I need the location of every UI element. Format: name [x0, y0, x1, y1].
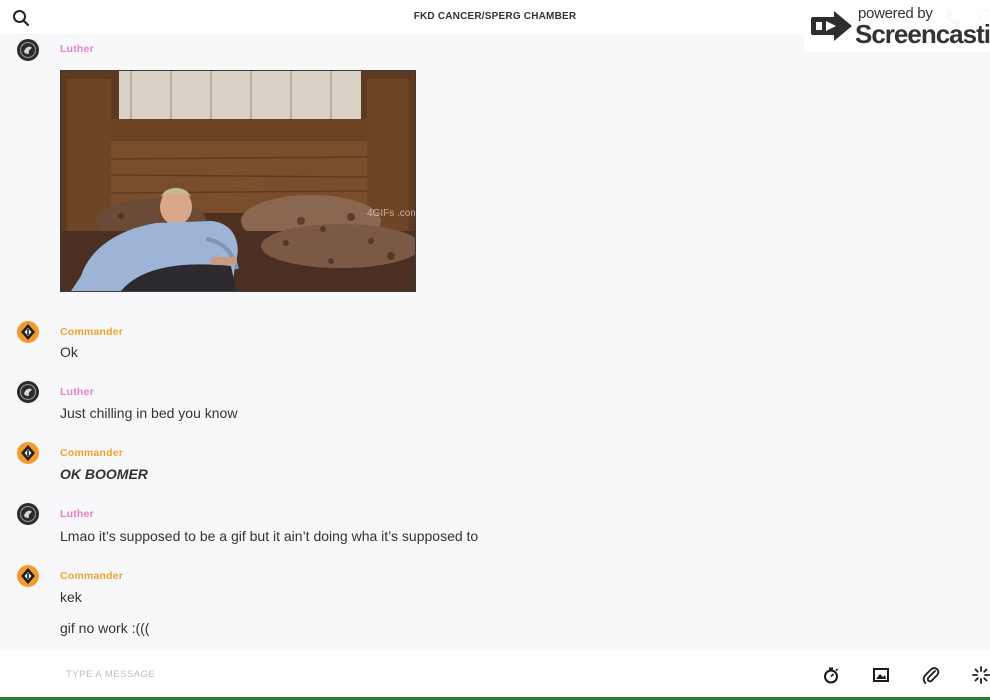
- gif-image: 4GIFs .com: [61, 71, 415, 291]
- sender-name[interactable]: Luther: [60, 386, 94, 398]
- message-composer: [0, 650, 990, 700]
- avatar-commander[interactable]: [17, 321, 39, 343]
- sender-name[interactable]: Commander: [60, 570, 123, 582]
- avatar-commander[interactable]: [17, 565, 39, 587]
- message-text: OK BOOMER: [60, 466, 148, 482]
- sender-name[interactable]: Commander: [60, 326, 123, 338]
- message-list: Luther 4GIFs .com Commander Ok Luther Ju…: [0, 34, 990, 650]
- message-text: Ok: [60, 344, 78, 360]
- gif-attachment[interactable]: 4GIFs .com: [60, 70, 416, 292]
- sender-name[interactable]: Commander: [60, 447, 123, 459]
- timer-icon[interactable]: [820, 664, 842, 686]
- message-text: Just chilling in bed you know: [60, 405, 238, 421]
- gif-watermark-text: 4GIFs .com: [367, 208, 415, 219]
- message-input[interactable]: [60, 664, 772, 684]
- avatar-commander[interactable]: [17, 442, 39, 464]
- image-icon[interactable]: [870, 664, 892, 686]
- paperclip-icon[interactable]: [920, 664, 942, 686]
- avatar-luther[interactable]: [17, 503, 39, 525]
- avatar-luther[interactable]: [17, 381, 39, 403]
- sender-name[interactable]: Luther: [60, 508, 94, 520]
- message-text: Lmao it’s supposed to be a gif but it ai…: [60, 528, 479, 544]
- sparkle-icon[interactable]: [970, 664, 990, 686]
- sender-name[interactable]: Luther: [60, 43, 94, 55]
- message-text: gif no work :(((: [60, 620, 150, 636]
- message-text: kek: [60, 589, 82, 605]
- avatar-luther[interactable]: [17, 39, 39, 61]
